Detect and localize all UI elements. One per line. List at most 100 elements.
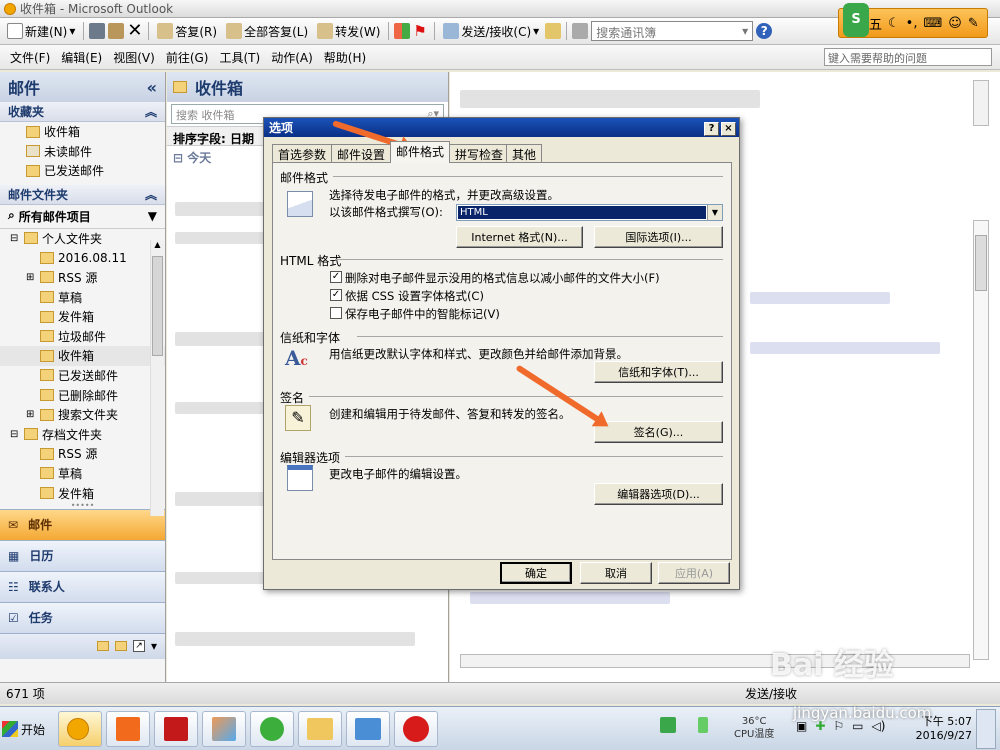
send-receive-status[interactable]: 发送/接收 [745,685,797,702]
flag-icon[interactable]: ⚑ [413,23,429,39]
favorites-title: 收藏夹 [8,105,45,119]
tab-other[interactable]: 其他 [506,144,543,162]
dialog-help-button[interactable]: ? [704,121,719,136]
folder-item[interactable]: 草稿 [0,464,165,484]
start-button[interactable]: 开始 [2,715,45,743]
header-scrollbar[interactable] [973,80,989,126]
sogou-tray-icon[interactable] [660,717,676,733]
folder-item[interactable]: 2016.08.11 [0,248,165,268]
menu-actions[interactable]: 动作(A) [271,49,313,66]
smart-tags-checkbox[interactable] [330,307,342,319]
folder-item[interactable]: 已删除邮件 [0,385,165,405]
folder-list-icon[interactable] [114,641,127,651]
folder-item[interactable]: ⊞ RSS 源 [0,268,165,288]
notes-icon[interactable] [96,641,109,651]
signatures-button[interactable]: 签名(G)... [594,421,723,443]
apply-button[interactable]: 应用(A) [658,562,730,584]
taskbar-image-viewer[interactable] [346,711,390,747]
expand-icon[interactable]: ⊞ [26,409,36,420]
folder-item[interactable]: 发件箱 [0,307,165,327]
taskbar-outlook[interactable] [58,711,102,747]
delete-icon[interactable]: ✕ [127,22,143,40]
taskbar-explorer[interactable] [298,711,342,747]
international-options-button[interactable]: 国际选项(I)... [594,226,723,248]
find-icon[interactable] [545,23,562,39]
dialog-close-button[interactable]: × [721,121,736,136]
help-icon[interactable]: ? [756,23,773,39]
folder-item[interactable]: 发件箱 [0,483,165,502]
mail-folders-header[interactable]: 邮件文件夹 ︽ [0,184,165,205]
outlook-app-icon [67,718,89,740]
shortcuts-icon[interactable]: ↗ [132,640,145,652]
favorite-sent[interactable]: 已发送邮件 [0,161,165,181]
help-question-input[interactable]: 键入需要帮助的问题 [824,48,992,66]
address-book-icon[interactable] [572,23,589,39]
menu-file[interactable]: 文件(F) [10,49,50,66]
scroll-thumb[interactable] [975,235,987,291]
nav-mail-button[interactable]: ✉ 邮件 [0,508,165,540]
taskbar-pdf[interactable] [106,711,150,747]
reading-scrollbar[interactable] [973,220,989,660]
dropdown-arrow-icon[interactable]: ▼ [707,205,722,220]
taskbar-browser[interactable] [250,711,294,747]
expand-icon[interactable]: ⊞ [26,272,36,283]
menu-go[interactable]: 前往(G) [166,49,209,66]
folder-scrollbar[interactable]: ▲ [150,240,164,516]
scroll-thumb[interactable] [152,256,163,356]
expand-icon[interactable]: ⊟ [10,429,20,440]
tab-mail-setup[interactable]: 邮件设置 [331,144,392,162]
menu-help[interactable]: 帮助(H) [324,49,366,66]
ime-toolbar[interactable]: S 五 ☾ •, ⌨ ☺ ✎ [838,3,988,38]
menu-edit[interactable]: 编辑(E) [61,49,102,66]
tab-spelling[interactable]: 拼写检查 [449,144,510,162]
reply-all-button[interactable]: 全部答复(L) [223,21,311,42]
folder-item[interactable]: ⊟ 存档文件夹 [0,424,165,444]
taskbar-paint[interactable] [202,711,246,747]
stationery-fonts-button[interactable]: 信纸和字体(T)... [594,361,723,383]
all-mail-items-dropdown[interactable]: ⌕ 所有邮件项目 ▼ [0,205,165,229]
folder-item[interactable]: 垃圾邮件 [0,326,165,346]
folder-item[interactable]: 草稿 [0,287,165,307]
folder-item[interactable]: 已发送邮件 [0,366,165,386]
ok-button[interactable]: 确定 [500,562,572,584]
reply-button[interactable]: 答复(R) [154,21,220,42]
remove-formatting-checkbox[interactable]: ✓ [330,271,342,283]
tab-mail-format[interactable]: 邮件格式 [390,141,451,163]
folder-item[interactable]: ⊞ 搜索文件夹 [0,405,165,425]
forward-button[interactable]: 转发(W) [314,21,383,42]
categorize-icon[interactable] [394,23,411,39]
taskbar-meitu[interactable] [394,711,438,747]
tab-preferences[interactable]: 首选参数 [272,144,333,162]
nav-contacts-button[interactable]: ☷ 联系人 [0,570,165,602]
favorites-header[interactable]: 收藏夹 ︽ [0,102,165,122]
new-button[interactable]: 新建(N) ▾ [4,21,78,42]
stationery-description: 用信纸更改默认字体和样式、更改颜色并给邮件添加背景。 [329,347,628,361]
internet-format-button[interactable]: Internet 格式(N)... [456,226,583,248]
taskbar-acrobat[interactable] [154,711,198,747]
folder-item[interactable]: 收件箱 [0,346,165,366]
nav-calendar-button[interactable]: ▦ 日历 [0,539,165,571]
scroll-up-icon[interactable]: ▲ [151,240,164,254]
send-receive-button[interactable]: 发送/接收(C) ▾ [440,21,542,42]
move-to-folder-icon[interactable] [108,23,125,39]
configure-buttons-icon[interactable]: ▾ [151,639,157,653]
expand-icon[interactable]: ⊟ [10,233,20,244]
cpu-temp-widget[interactable]: 36°C CPU温度 [734,715,774,741]
menu-view[interactable]: 视图(V) [113,49,155,66]
search-address-book-input[interactable]: 搜索通讯簿 ▾ [591,21,754,41]
folder-item[interactable]: RSS 源 [0,444,165,464]
compose-format-select[interactable]: HTML ▼ [456,204,723,221]
collapse-nav-button[interactable]: « [147,78,157,97]
favorite-inbox[interactable]: 收件箱 [0,122,165,142]
show-desktop-button[interactable] [976,709,996,749]
cancel-button[interactable]: 取消 [580,562,652,584]
print-icon[interactable] [89,23,106,39]
css-font-checkbox[interactable]: ✓ [330,289,342,301]
editor-options-button[interactable]: 编辑器选项(D)... [594,483,723,505]
menu-tools[interactable]: 工具(T) [219,49,260,66]
battery-icon[interactable] [698,717,708,733]
cpu-temp-value: 36°C [741,716,767,727]
nav-tasks-button[interactable]: ☑ 任务 [0,601,165,633]
folder-item[interactable]: ⊟ 个人文件夹 [0,229,165,249]
favorite-unread[interactable]: 未读邮件 [0,142,165,162]
